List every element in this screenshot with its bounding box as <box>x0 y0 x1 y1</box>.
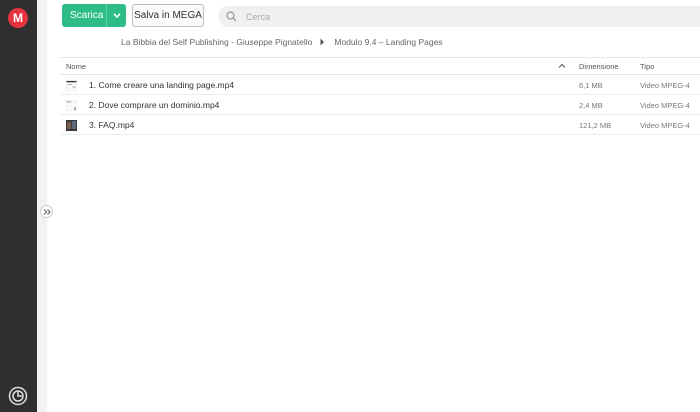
file-size: 121,2 MB <box>579 121 612 130</box>
search-bar[interactable] <box>218 6 700 27</box>
download-button[interactable]: Scarica <box>62 4 126 27</box>
mega-logo-icon[interactable]: M <box>8 8 28 28</box>
file-type: Video MPEG-4 <box>640 121 690 130</box>
table-header: Nome Dimensione Tipo <box>60 57 700 75</box>
file-type: Video MPEG-4 <box>640 101 690 110</box>
column-header-name[interactable]: Nome <box>66 62 86 71</box>
breadcrumb: La Bibbia del Self Publishing - Giuseppe… <box>121 36 443 48</box>
file-name[interactable]: 3. FAQ.mp4 <box>89 120 134 130</box>
table-row[interactable]: 3. FAQ.mp4 121,2 MB Video MPEG-4 <box>60 115 700 135</box>
download-button-label: Scarica <box>70 10 104 21</box>
video-thumbnail-icon <box>65 79 78 92</box>
breadcrumb-item-root[interactable]: La Bibbia del Self Publishing - Giuseppe… <box>121 37 312 47</box>
save-to-mega-button[interactable]: Salva in MEGA <box>132 4 204 27</box>
left-rail: M <box>0 0 37 412</box>
video-thumbnail-icon <box>65 99 78 112</box>
file-size: 6,1 MB <box>579 81 603 90</box>
table-row[interactable]: 2. Dove comprare un dominio.mp4 2,4 MB V… <box>60 95 700 115</box>
sort-up-icon[interactable] <box>558 62 566 70</box>
table-row[interactable]: 1. Come creare una landing page.mp4 6,1 … <box>60 75 700 95</box>
breadcrumb-item-current[interactable]: Modulo 9.4 – Landing Pages <box>334 37 442 47</box>
search-icon <box>218 6 244 27</box>
chevron-down-icon[interactable] <box>107 4 126 27</box>
search-input[interactable] <box>246 11 646 22</box>
file-table: Nome Dimensione Tipo 1. Come creare una … <box>60 57 700 135</box>
column-header-size[interactable]: Dimensione <box>579 62 619 71</box>
chevron-right-icon <box>320 38 326 46</box>
app-window: M Scarica Salva in MEGA Cerca La Bibbia … <box>0 0 700 412</box>
file-size: 2,4 MB <box>579 101 603 110</box>
video-thumbnail-icon <box>66 120 77 131</box>
transfer-manager-icon[interactable] <box>8 386 28 406</box>
file-type: Video MPEG-4 <box>640 81 690 90</box>
column-header-type[interactable]: Tipo <box>640 62 654 71</box>
expand-sidebar-icon[interactable] <box>40 205 53 218</box>
file-name[interactable]: 1. Come creare una landing page.mp4 <box>89 80 234 90</box>
file-name[interactable]: 2. Dove comprare un dominio.mp4 <box>89 100 219 110</box>
